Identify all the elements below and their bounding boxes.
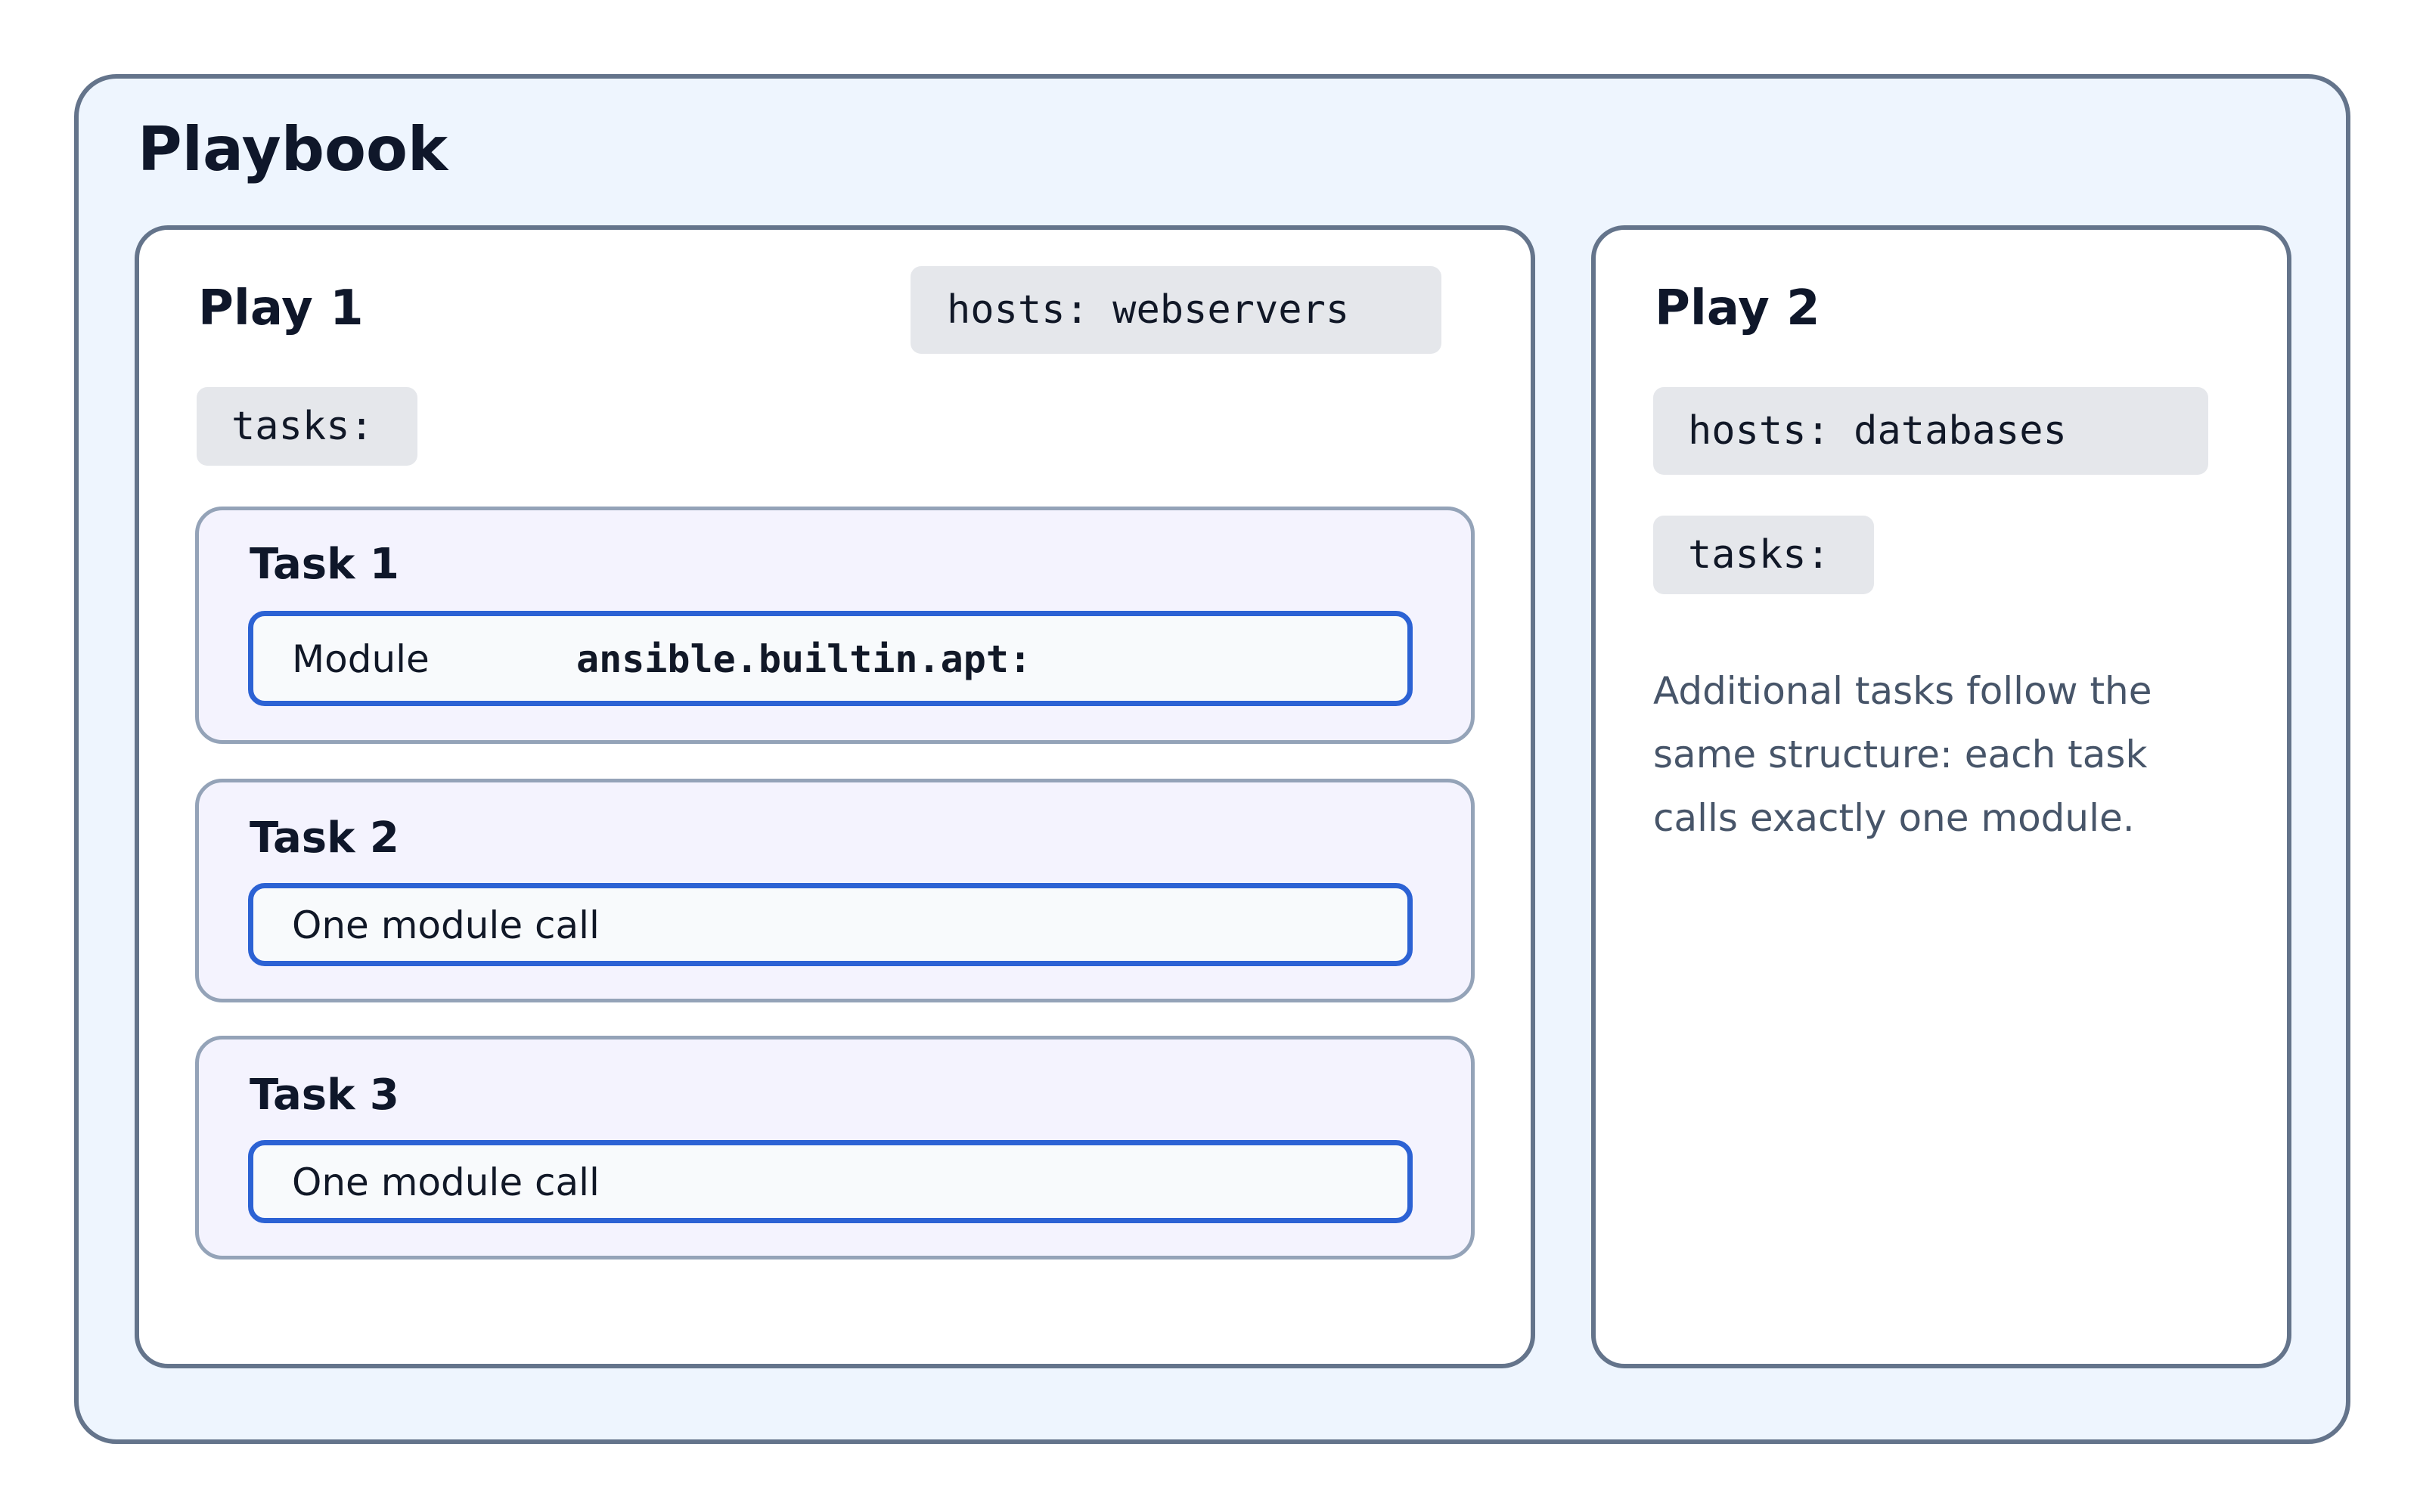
task-1-module-label: Module [292,637,430,681]
play-1-hosts-text: hosts: webservers [947,287,1350,333]
play-2-note: Additional tasks follow the same structu… [1653,669,2152,840]
play-1-title: Play 1 [198,280,364,336]
task-2-module-text: One module call [292,903,600,947]
play-1-hosts-chip: hosts: webservers [911,266,1441,354]
play-2-tasks-label: tasks: [1688,532,1830,578]
play-2-hosts-chip: hosts: databases [1653,387,2208,475]
task-2-title: Task 2 [250,813,399,863]
task-3-title: Task 3 [250,1070,399,1120]
play-1-tasks-label: tasks: [231,404,374,449]
task-3-module-text: One module call [292,1160,600,1204]
play-2-title: Play 2 [1655,280,1820,336]
task-1-title: Task 1 [250,540,399,589]
task-1-module-value: ansible.builtin.apt: [576,637,1032,681]
play-2-hosts-text: hosts: databases [1688,408,2067,454]
play-2-tasks-chip: tasks: [1653,516,1874,594]
play-1-tasks-chip: tasks: [197,387,417,466]
playbook-title: Playbook [138,114,448,184]
